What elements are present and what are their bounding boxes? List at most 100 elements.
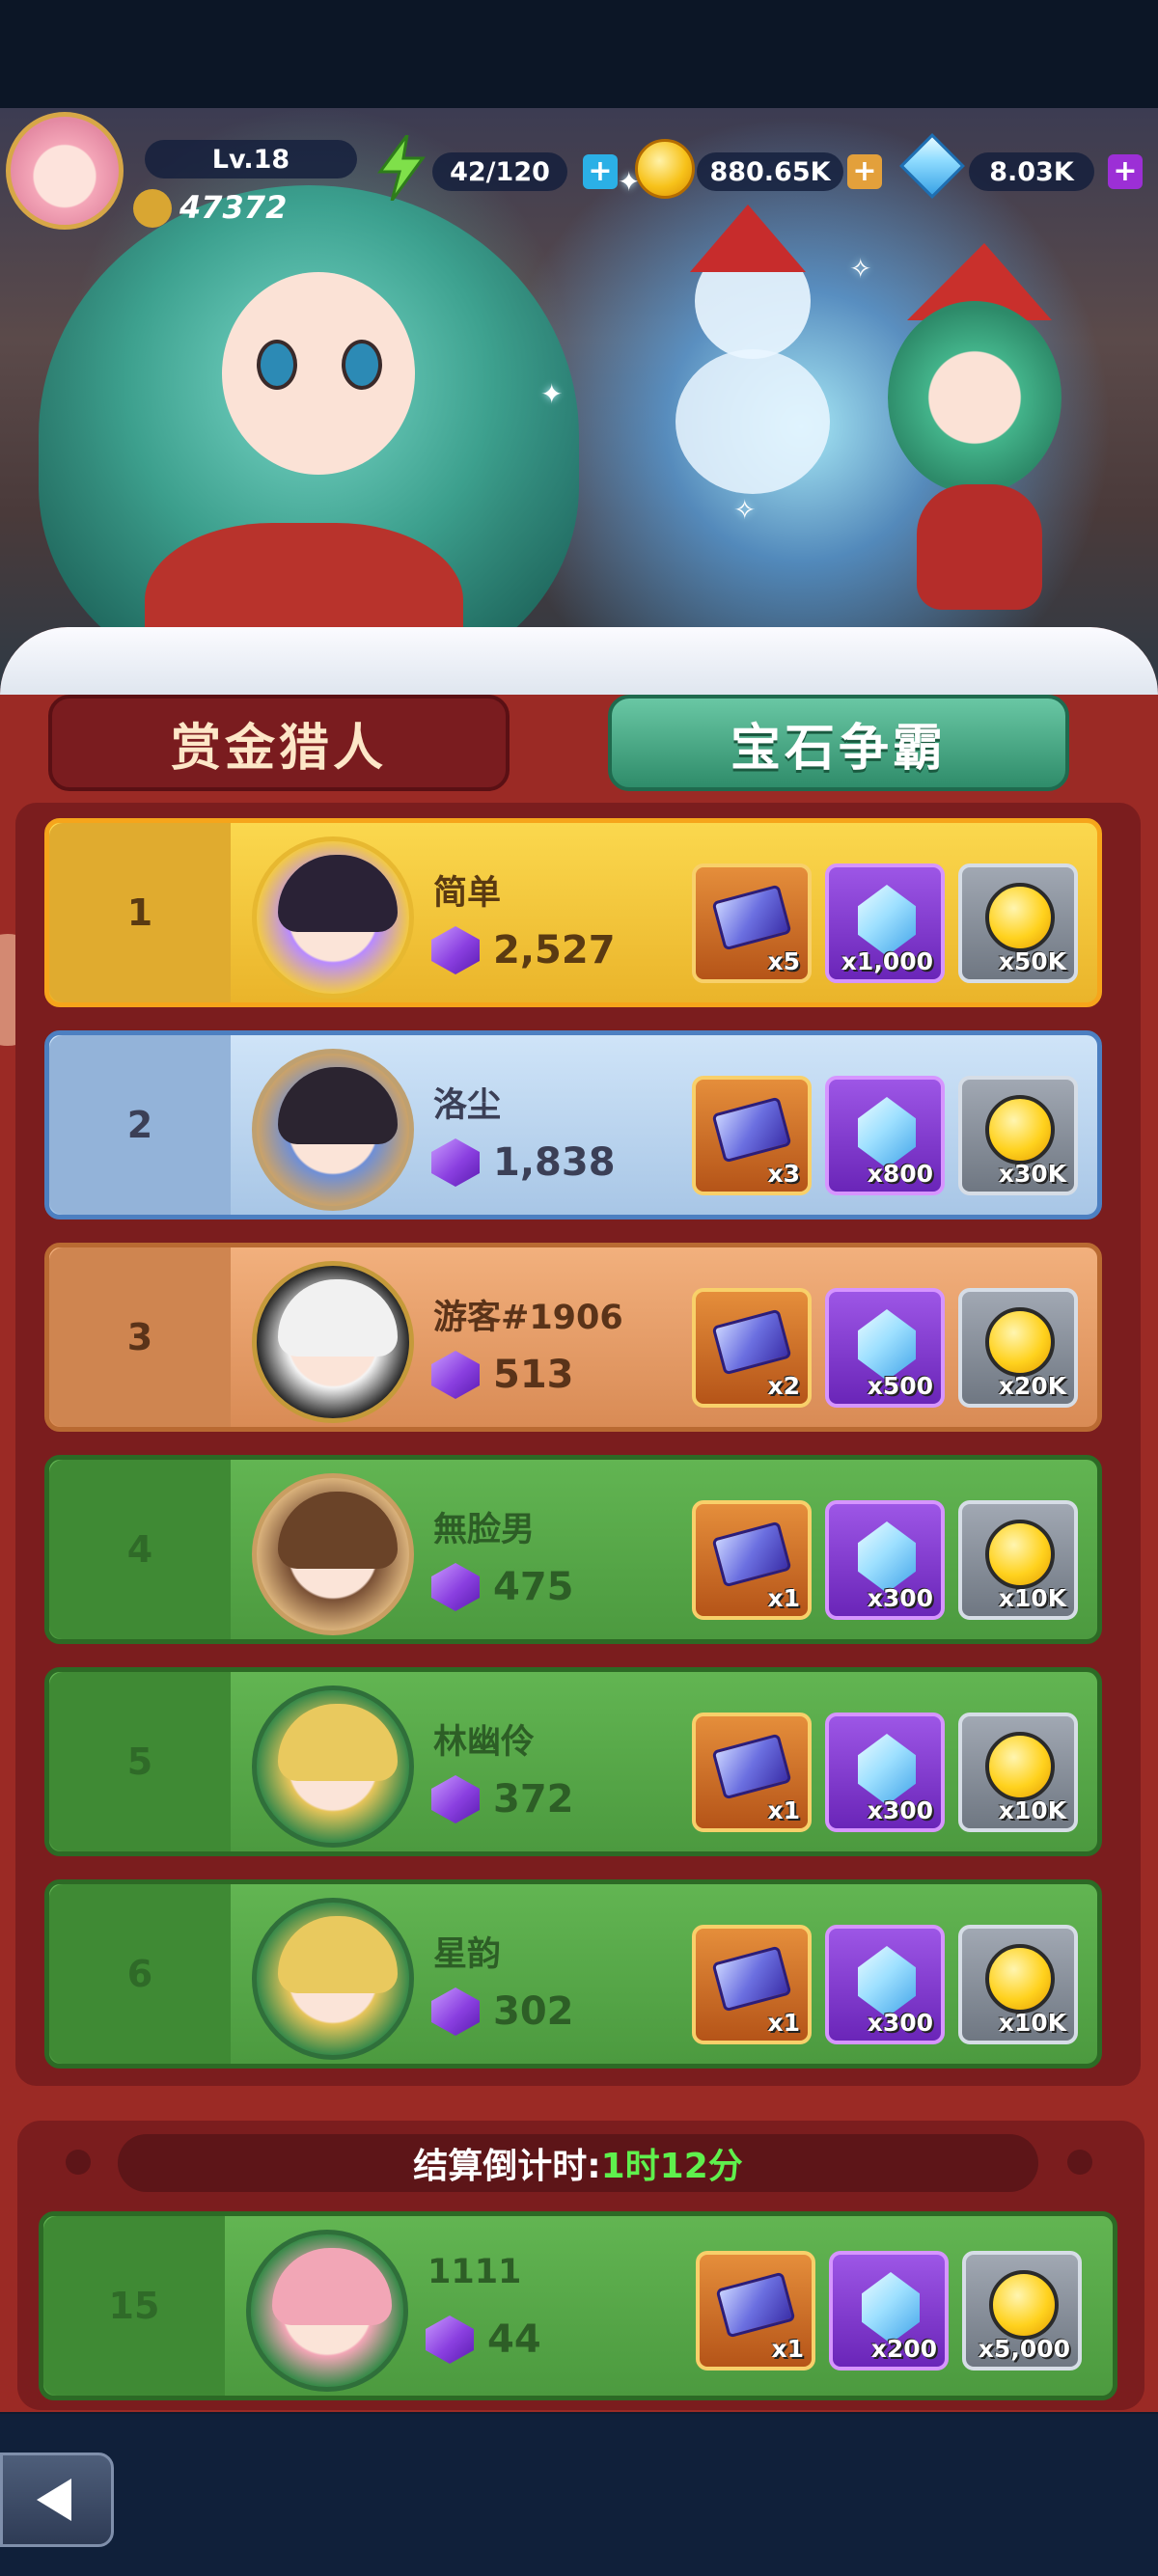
ticket-icon	[711, 1945, 792, 2013]
player-name: 林幽伶	[433, 1723, 536, 1762]
reward-coin[interactable]: x5,000	[962, 2251, 1082, 2370]
banner-snowman-hat	[690, 205, 806, 272]
rank-number: 15	[108, 2285, 160, 2327]
ticket-icon	[711, 1308, 792, 1376]
avatar-hair	[278, 1279, 398, 1357]
reward-gem-amount: x300	[867, 2009, 933, 2037]
settlement-countdown: 结算倒计时: 1时12分	[118, 2134, 1038, 2192]
reward-coin-amount: x5,000	[978, 2335, 1070, 2363]
reward-ticket[interactable]: x1	[696, 2251, 815, 2370]
player-name: 洛尘	[433, 1086, 502, 1125]
sparkle-icon: ✦	[540, 378, 564, 410]
avatar[interactable]	[252, 1473, 414, 1635]
ticket-icon	[711, 1096, 792, 1164]
reward-ticket[interactable]: x1	[692, 1500, 812, 1620]
ranking-row-5[interactable]: 5 林幽伶 372 x1 x300 x10K	[44, 1667, 1102, 1856]
reward-ticket[interactable]: x3	[692, 1076, 812, 1195]
rank-number: 3	[126, 1316, 153, 1358]
reward-coin-amount: x20K	[998, 1372, 1066, 1400]
diamond-icon	[858, 1734, 916, 1805]
my-ranking-row[interactable]: 15 1111 44 x1 x200 x5,000	[39, 2211, 1117, 2400]
reward-gem-amount: x800	[867, 1160, 933, 1188]
reward-gem-amount: x300	[867, 1796, 933, 1824]
coin-icon	[985, 1732, 1055, 1801]
avatar[interactable]	[252, 1898, 414, 2060]
reward-gem[interactable]: x200	[829, 2251, 949, 2370]
add-energy-button[interactable]: +	[583, 154, 618, 189]
add-gems-button[interactable]: +	[1108, 154, 1143, 189]
banner-eye-right	[342, 340, 382, 390]
ticket-icon	[715, 2271, 796, 2339]
coin-icon	[989, 2270, 1059, 2340]
banner-eye-left	[257, 340, 297, 390]
reward-coin[interactable]: x50K	[958, 863, 1078, 983]
ranking-row-2[interactable]: 2 洛尘 1,838 x3 x800 x30K	[44, 1030, 1102, 1219]
score: 475	[431, 1560, 574, 1614]
player-power: 47372	[179, 189, 288, 226]
reward-coin[interactable]: x10K	[958, 1713, 1078, 1832]
banner-chibi-body	[917, 484, 1042, 610]
panel-snow-trim	[0, 627, 1158, 695]
reward-coin[interactable]: x20K	[958, 1288, 1078, 1408]
purple-gem-icon	[431, 926, 480, 974]
tab-gem-battle[interactable]: 宝石争霸	[608, 695, 1069, 791]
sparkle-icon: ✦	[386, 108, 408, 111]
event-banner-art: ✦ ✦ ✧ ✦ ✧	[0, 108, 1158, 687]
reward-ticket-amount: x5	[767, 947, 800, 975]
reward-ticket[interactable]: x1	[692, 1713, 812, 1832]
coin-icon	[985, 1095, 1055, 1165]
diamond-icon	[858, 1309, 916, 1381]
back-button[interactable]	[0, 2453, 114, 2547]
avatar[interactable]	[252, 1685, 414, 1848]
reward-gem[interactable]: x300	[825, 1925, 945, 2044]
reward-coin[interactable]: x10K	[958, 1925, 1078, 2044]
add-coins-button[interactable]: +	[847, 154, 882, 189]
coin-icon	[985, 1944, 1055, 2014]
coins-pill: 880.65K	[697, 152, 843, 191]
status-bar	[0, 0, 1158, 108]
energy-value: 42/120	[450, 156, 550, 187]
avatar[interactable]	[252, 836, 414, 999]
reward-coin-amount: x10K	[998, 1796, 1066, 1824]
tab-bounty-hunter[interactable]: 赏金猎人	[48, 695, 510, 791]
energy-pill: 42/120	[432, 152, 567, 191]
ranking-row-6[interactable]: 6 星韵 302 x1 x300 x10K	[44, 1879, 1102, 2069]
avatar[interactable]	[252, 1049, 414, 1211]
reward-ticket-amount: x1	[767, 1584, 800, 1612]
gems-pill: 8.03K	[969, 152, 1094, 191]
purple-gem-icon	[431, 1987, 480, 2036]
player-level: Lv.18	[211, 144, 290, 175]
reward-coin[interactable]: x30K	[958, 1076, 1078, 1195]
reward-coin[interactable]: x10K	[958, 1500, 1078, 1620]
reward-gem[interactable]: x1,000	[825, 863, 945, 983]
player-name: 星韵	[433, 1935, 502, 1974]
ranking-row-3[interactable]: 3 游客#1906 513 x2 x500 x20K	[44, 1243, 1102, 1432]
reward-ticket[interactable]: x1	[692, 1925, 812, 2044]
score: 1,838	[431, 1136, 616, 1190]
rank-number: 4	[126, 1528, 153, 1571]
avatar-hair	[272, 2248, 392, 2325]
reward-gem[interactable]: x300	[825, 1500, 945, 1620]
ticket-icon	[711, 884, 792, 951]
reward-ticket[interactable]: x5	[692, 863, 812, 983]
avatar-hair	[278, 1916, 398, 1993]
player-name: 1111	[427, 2253, 522, 2291]
reward-gem[interactable]: x800	[825, 1076, 945, 1195]
bottom-navigation	[0, 2414, 1158, 2576]
avatar[interactable]	[252, 1261, 414, 1423]
player-name: 简单	[433, 874, 502, 913]
ranking-row-1[interactable]: 1 简单 2,527 x5 x1,000 x50K	[44, 818, 1102, 1007]
reward-coin-amount: x50K	[998, 947, 1066, 975]
reward-gem[interactable]: x300	[825, 1713, 945, 1832]
avatar[interactable]	[246, 2230, 408, 2392]
ranking-row-4[interactable]: 4 無脸男 475 x1 x300 x10K	[44, 1455, 1102, 1644]
reward-gem[interactable]: x500	[825, 1288, 945, 1408]
avatar-hair	[278, 855, 398, 932]
decor-dot	[66, 2150, 91, 2175]
avatar-hair	[278, 1067, 398, 1144]
diamond-icon	[858, 885, 916, 956]
reward-ticket[interactable]: x2	[692, 1288, 812, 1408]
player-avatar[interactable]	[6, 112, 124, 230]
score: 513	[431, 1348, 574, 1402]
score-value: 475	[493, 1565, 574, 1609]
